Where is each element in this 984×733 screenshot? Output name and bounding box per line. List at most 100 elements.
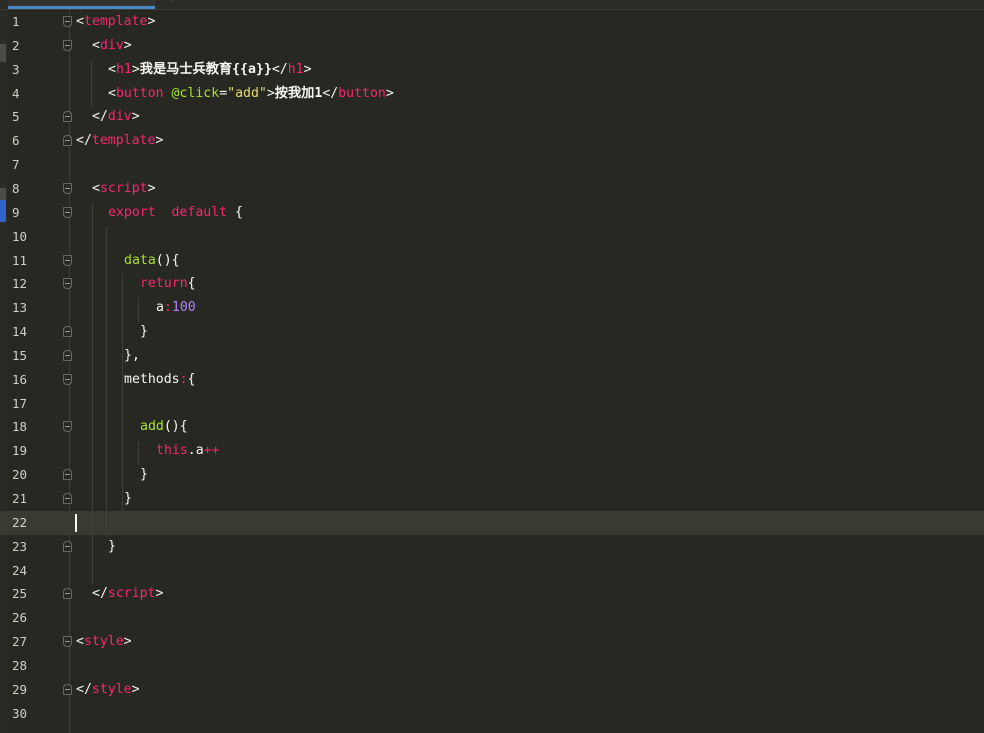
line-number: 26: [12, 610, 28, 626]
code-line[interactable]: 8 <script>: [0, 177, 984, 201]
code-line[interactable]: 11 data(){: [0, 249, 984, 273]
code-line[interactable]: 21}: [0, 487, 984, 511]
fold-open-icon[interactable]: [63, 182, 72, 194]
code-token: <: [76, 634, 84, 650]
code-token: data: [124, 252, 156, 268]
code-line[interactable]: 27 <style>: [0, 630, 984, 654]
fold-open-icon[interactable]: [63, 421, 72, 433]
fold-close-icon[interactable]: [63, 326, 72, 338]
fold-open-icon[interactable]: [63, 254, 72, 266]
code-token: script: [107, 586, 156, 602]
line-number: 14: [12, 324, 28, 340]
code-line[interactable]: 5 </div>: [0, 105, 984, 129]
code-text: <h1>我是马士兵教育{{a}}</h1>: [108, 61, 312, 78]
code-token: .a: [187, 443, 204, 459]
code-text: <script>: [92, 180, 156, 197]
code-token: return: [140, 276, 188, 292]
code-line[interactable]: 1 <template>: [0, 10, 984, 34]
line-number: 5: [12, 109, 20, 125]
code-token: div: [107, 109, 132, 125]
code-token: :: [163, 300, 172, 316]
tab-active-file[interactable]: [8, 0, 155, 9]
code-text: }: [140, 466, 148, 483]
code-token: 按我加1: [274, 85, 323, 101]
indent-guide: [91, 59, 92, 108]
code-text: </script>: [92, 585, 163, 602]
code-line[interactable]: 17: [0, 392, 984, 416]
fold-open-icon[interactable]: [63, 16, 72, 27]
code-token: <: [92, 37, 100, 53]
fold-close-icon[interactable]: [63, 683, 72, 695]
code-line[interactable]: 26: [0, 606, 984, 630]
code-token: </: [271, 61, 288, 77]
fold-close-icon[interactable]: [63, 469, 72, 481]
code-text: <div>: [92, 37, 132, 54]
fold-open-icon[interactable]: [63, 206, 72, 218]
code-token: (){: [155, 252, 180, 268]
fold-open-icon[interactable]: [63, 373, 72, 385]
code-text: }: [140, 323, 148, 340]
code-line[interactable]: 23}: [0, 535, 984, 559]
line-number: 9: [12, 204, 20, 220]
line-number: 22: [12, 514, 28, 530]
fold-close-icon[interactable]: [63, 349, 72, 361]
code-line[interactable]: 22: [0, 510, 984, 535]
code-line[interactable]: 24: [0, 559, 984, 583]
line-number: 7: [12, 157, 20, 173]
code-line[interactable]: 4 <button @click="add">按我加1</button>: [0, 82, 984, 106]
line-number: 8: [12, 180, 20, 196]
fold-open-icon[interactable]: [63, 39, 72, 51]
code-line[interactable]: 9 export default {: [0, 201, 984, 225]
text-caret: [75, 513, 77, 532]
code-line[interactable]: 18 add(){: [0, 415, 984, 439]
code-line[interactable]: 30: [0, 702, 984, 726]
code-token: style: [83, 634, 124, 650]
line-number: 13: [12, 300, 28, 316]
code-token: {: [187, 371, 196, 387]
code-line[interactable]: 12 return{: [0, 272, 984, 296]
code-line[interactable]: 2 <div>: [0, 34, 984, 58]
fold-open-icon[interactable]: [63, 278, 72, 290]
code-token: button: [338, 85, 386, 101]
tab-file-icon: ·: [168, 0, 175, 6]
fold-close-icon[interactable]: [63, 540, 72, 552]
code-token: h1: [115, 61, 132, 77]
code-token: methods: [124, 371, 180, 387]
code-line[interactable]: 20}: [0, 463, 984, 487]
code-line[interactable]: 15},: [0, 344, 984, 368]
code-token: script: [99, 180, 148, 196]
fold-close-icon[interactable]: [63, 493, 72, 504]
code-line[interactable]: 28: [0, 654, 984, 678]
indent-guide: [138, 298, 139, 323]
code-line[interactable]: 25 </script>: [0, 582, 984, 606]
line-number: 29: [12, 681, 28, 697]
code-text: },: [124, 347, 140, 364]
code-token: }: [140, 467, 148, 483]
code-text: data(){: [124, 252, 180, 269]
code-line[interactable]: 16 methods:{: [0, 368, 984, 392]
code-line[interactable]: 3 <h1>我是马士兵教育{{a}}</h1>: [0, 58, 984, 82]
code-line[interactable]: 13 a:100: [0, 296, 984, 320]
code-token: :: [179, 371, 188, 387]
code-line[interactable]: 6 </template>: [0, 129, 984, 153]
code-token: </: [322, 85, 339, 101]
code-token: >: [385, 85, 394, 101]
line-number: 20: [12, 467, 28, 483]
code-token: },: [124, 347, 140, 363]
fold-close-icon[interactable]: [63, 588, 72, 600]
line-number: 3: [12, 61, 20, 77]
fold-close-icon[interactable]: [63, 111, 72, 123]
fold-close-icon[interactable]: [63, 135, 72, 147]
code-token: div: [99, 37, 124, 53]
code-line[interactable]: 14}: [0, 320, 984, 344]
code-token: <: [76, 14, 84, 29]
fold-open-icon[interactable]: [63, 636, 72, 648]
code-line[interactable]: 10: [0, 225, 984, 249]
code-line[interactable]: 19 this.a++: [0, 439, 984, 463]
code-line[interactable]: 7: [0, 153, 984, 177]
code-text: </div>: [92, 108, 140, 125]
tab-app-file[interactable]: ·: [168, 0, 228, 9]
code-token: >: [155, 586, 164, 602]
code-line[interactable]: 29 </style>: [0, 678, 984, 702]
